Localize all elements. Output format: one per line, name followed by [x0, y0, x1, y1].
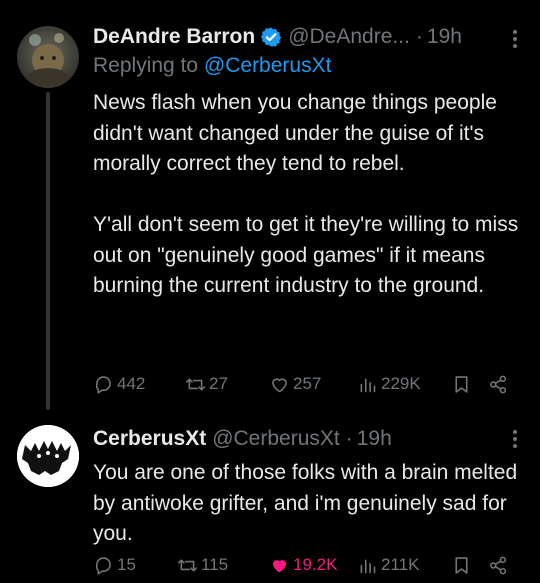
separator-dot: · — [345, 427, 353, 450]
tweet-deandre[interactable]: DeAndre Barron @DeAndre... · 19h Replyin… — [0, 0, 540, 410]
like-icon — [272, 377, 287, 392]
reply-count: 442 — [117, 374, 146, 393]
like-icon — [272, 559, 287, 572]
bookmark-button[interactable] — [451, 372, 475, 396]
replying-to: Replying to @CerberusXt — [93, 54, 528, 84]
more-icon[interactable] — [504, 428, 526, 450]
like-count: 257 — [293, 374, 322, 393]
tweet-content: CerberusXt @CerberusXt · 19h You are one… — [93, 424, 528, 550]
action-bar: 442 27 257 229K — [93, 372, 521, 396]
author-name[interactable]: DeAndre Barron — [93, 25, 255, 49]
share-button[interactable] — [488, 372, 512, 396]
bookmark-button[interactable] — [451, 553, 475, 577]
repost-icon — [185, 377, 206, 391]
reply-icon — [95, 556, 111, 575]
more-icon[interactable] — [504, 28, 526, 50]
tweet-header: DeAndre Barron @DeAndre... · 19h — [93, 22, 528, 52]
share-button[interactable] — [488, 553, 512, 577]
action-bar: 15 115 19.2K 211K — [93, 553, 521, 577]
views-icon — [360, 558, 376, 573]
timestamp[interactable]: 19h — [357, 427, 392, 451]
tweet-text: News flash when you change things people… — [93, 88, 528, 302]
separator-dot: · — [415, 25, 423, 48]
views-button[interactable]: 229K — [357, 372, 421, 396]
bookmark-icon — [455, 556, 468, 574]
share-icon — [490, 556, 507, 574]
repost-count: 115 — [201, 555, 229, 574]
author-handle[interactable]: @DeAndre... — [288, 25, 410, 49]
reply-prefix: Replying to — [93, 54, 199, 77]
share-icon — [490, 375, 507, 393]
views-icon — [360, 377, 376, 392]
reply-button[interactable]: 442 — [93, 372, 145, 396]
reply-mention-link[interactable]: @CerberusXt — [204, 54, 332, 77]
tweet-header: CerberusXt @CerberusXt · 19h — [93, 424, 528, 454]
tweet-content: DeAndre Barron @DeAndre... · 19h Replyin… — [93, 22, 528, 302]
avatar-cerberusxt[interactable] — [17, 425, 79, 487]
repost-button[interactable]: 27 — [185, 372, 228, 396]
timestamp[interactable]: 19h — [427, 25, 462, 49]
views-button[interactable]: 211K — [357, 553, 419, 577]
tweet-cerberusxt[interactable]: CerberusXt @CerberusXt · 19h You are one… — [0, 410, 540, 583]
bookmark-icon — [455, 375, 468, 393]
view-count: 211K — [381, 555, 420, 574]
verified-badge-icon — [260, 26, 282, 48]
like-button[interactable]: 257 — [269, 372, 321, 396]
tweet-paragraph: Y'all don't seem to get it they're willi… — [93, 213, 519, 297]
author-handle[interactable]: @CerberusXt — [212, 427, 340, 451]
reply-icon — [95, 375, 111, 394]
author-name[interactable]: CerberusXt — [93, 427, 206, 451]
view-count: 229K — [381, 374, 421, 393]
reply-count: 15 — [117, 555, 136, 574]
reply-button[interactable]: 15 — [93, 553, 136, 577]
tweet-paragraph: You are one of those folks with a brain … — [93, 461, 518, 545]
repost-count: 27 — [209, 374, 228, 393]
avatar-deandre[interactable] — [17, 26, 79, 88]
repost-icon — [177, 558, 198, 572]
tweet-text: You are one of those folks with a brain … — [93, 458, 528, 550]
tweet-paragraph: News flash when you change things people… — [93, 91, 497, 175]
like-count: 19.2K — [293, 555, 338, 574]
like-button[interactable]: 19.2K — [269, 553, 337, 577]
repost-button[interactable]: 115 — [177, 553, 228, 577]
thread-line — [46, 92, 50, 410]
